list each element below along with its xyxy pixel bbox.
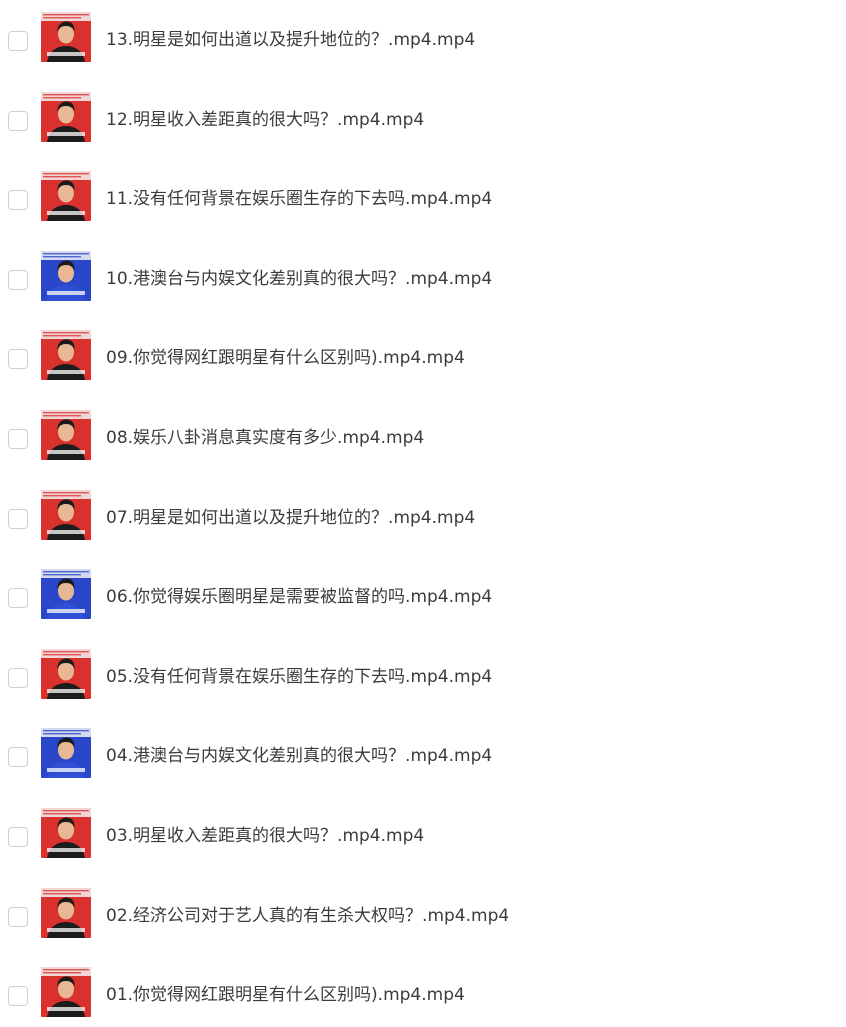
video-thumbnail-icon[interactable] <box>41 92 91 142</box>
file-name[interactable]: 11.没有任何背景在娱乐圈生存的下去吗.mp4.mp4 <box>106 188 492 210</box>
list-item[interactable]: 09.你觉得网红跟明星有什么区别吗).mp4.mp4 <box>0 330 846 390</box>
checkbox-icon[interactable] <box>8 827 28 847</box>
file-name[interactable]: 13.明星是如何出道以及提升地位的？.mp4.mp4 <box>106 29 475 51</box>
video-thumbnail-icon[interactable] <box>41 569 91 619</box>
file-name[interactable]: 10.港澳台与内娱文化差别真的很大吗？.mp4.mp4 <box>106 268 492 290</box>
checkbox-icon[interactable] <box>8 190 28 210</box>
file-name[interactable]: 07.明星是如何出道以及提升地位的？.mp4.mp4 <box>106 507 475 529</box>
video-thumbnail-icon[interactable] <box>41 490 91 540</box>
file-name[interactable]: 02.经济公司对于艺人真的有生杀大权吗？.mp4.mp4 <box>106 905 509 927</box>
video-thumbnail-icon[interactable] <box>41 330 91 380</box>
list-item[interactable]: 10.港澳台与内娱文化差别真的很大吗？.mp4.mp4 <box>0 251 846 311</box>
file-name[interactable]: 09.你觉得网红跟明星有什么区别吗).mp4.mp4 <box>106 347 465 369</box>
checkbox-icon[interactable] <box>8 509 28 529</box>
list-item[interactable]: 12.明星收入差距真的很大吗？.mp4.mp4 <box>0 92 846 152</box>
list-item[interactable]: 04.港澳台与内娱文化差别真的很大吗？.mp4.mp4 <box>0 728 846 788</box>
video-thumbnail-icon[interactable] <box>41 12 91 62</box>
video-thumbnail-icon[interactable] <box>41 728 91 778</box>
video-thumbnail-icon[interactable] <box>41 171 91 221</box>
list-item[interactable]: 08.娱乐八卦消息真实度有多少.mp4.mp4 <box>0 410 846 470</box>
checkbox-icon[interactable] <box>8 907 28 927</box>
video-thumbnail-icon[interactable] <box>41 808 91 858</box>
file-name[interactable]: 01.你觉得网红跟明星有什么区别吗).mp4.mp4 <box>106 984 465 1006</box>
video-thumbnail-icon[interactable] <box>41 410 91 460</box>
file-name[interactable]: 03.明星收入差距真的很大吗？.mp4.mp4 <box>106 825 424 847</box>
checkbox-icon[interactable] <box>8 429 28 449</box>
checkbox-icon[interactable] <box>8 111 28 131</box>
video-thumbnail-icon[interactable] <box>41 649 91 699</box>
list-item[interactable]: 01.你觉得网红跟明星有什么区别吗).mp4.mp4 <box>0 967 846 1027</box>
file-name[interactable]: 05.没有任何背景在娱乐圈生存的下去吗.mp4.mp4 <box>106 666 492 688</box>
checkbox-icon[interactable] <box>8 668 28 688</box>
checkbox-icon[interactable] <box>8 270 28 290</box>
file-name[interactable]: 06.你觉得娱乐圈明星是需要被监督的吗.mp4.mp4 <box>106 586 492 608</box>
file-name[interactable]: 08.娱乐八卦消息真实度有多少.mp4.mp4 <box>106 427 424 449</box>
list-item[interactable]: 07.明星是如何出道以及提升地位的？.mp4.mp4 <box>0 490 846 550</box>
video-thumbnail-icon[interactable] <box>41 967 91 1017</box>
list-item[interactable]: 03.明星收入差距真的很大吗？.mp4.mp4 <box>0 808 846 868</box>
file-name[interactable]: 12.明星收入差距真的很大吗？.mp4.mp4 <box>106 109 424 131</box>
checkbox-icon[interactable] <box>8 31 28 51</box>
list-item[interactable]: 11.没有任何背景在娱乐圈生存的下去吗.mp4.mp4 <box>0 171 846 231</box>
video-thumbnail-icon[interactable] <box>41 251 91 301</box>
list-item[interactable]: 02.经济公司对于艺人真的有生杀大权吗？.mp4.mp4 <box>0 888 846 948</box>
list-item[interactable]: 13.明星是如何出道以及提升地位的？.mp4.mp4 <box>0 12 846 72</box>
list-item[interactable]: 06.你觉得娱乐圈明星是需要被监督的吗.mp4.mp4 <box>0 569 846 629</box>
checkbox-icon[interactable] <box>8 747 28 767</box>
video-thumbnail-icon[interactable] <box>41 888 91 938</box>
checkbox-icon[interactable] <box>8 349 28 369</box>
file-list: 13.明星是如何出道以及提升地位的？.mp4.mp4 12.明星收入差距真的很大… <box>0 0 846 1024</box>
checkbox-icon[interactable] <box>8 986 28 1006</box>
list-item[interactable]: 05.没有任何背景在娱乐圈生存的下去吗.mp4.mp4 <box>0 649 846 709</box>
file-name[interactable]: 04.港澳台与内娱文化差别真的很大吗？.mp4.mp4 <box>106 745 492 767</box>
checkbox-icon[interactable] <box>8 588 28 608</box>
